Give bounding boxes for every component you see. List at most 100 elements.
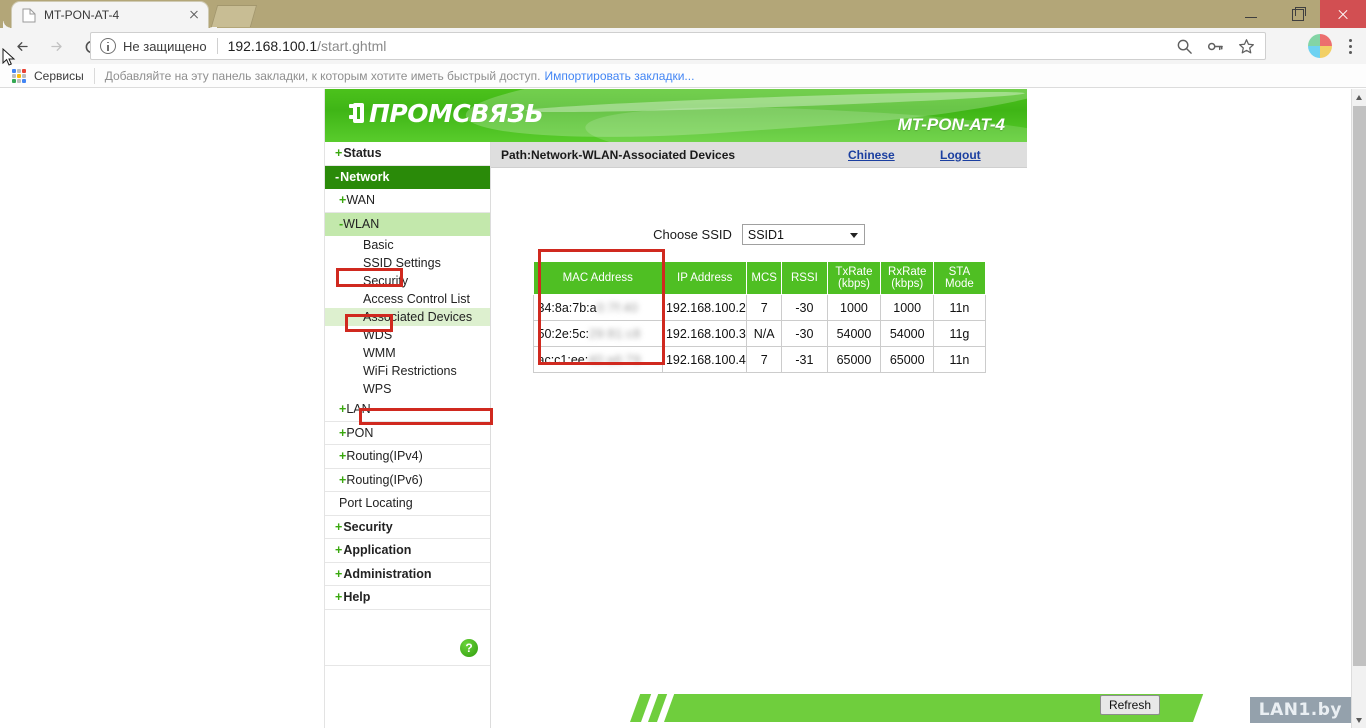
chinese-language-link[interactable]: Chinese	[848, 148, 895, 162]
bookmark-services[interactable]: Сервисы	[34, 69, 84, 83]
sidebar-item-security[interactable]: Security	[325, 272, 490, 290]
breadcrumb: Path:Network-WLAN-Associated Devices	[501, 147, 736, 162]
sidebar-item-wmm[interactable]: WMM	[325, 344, 490, 362]
address-bar[interactable]: Не защищено 192.168.100.1/start.ghtml	[90, 32, 1266, 60]
cell-rxrate: 54000	[880, 320, 935, 347]
cell-txrate: 54000	[826, 320, 882, 347]
cell-txrate: 1000	[826, 294, 882, 321]
sidebar-item-network[interactable]: -Network	[325, 165, 490, 189]
arrow-forward-icon[interactable]	[40, 29, 74, 63]
sidebar-item-administration[interactable]: +Administration	[325, 563, 490, 586]
help-button[interactable]: ?	[460, 638, 478, 657]
sidebar-item-label: Routing(IPv4)	[346, 449, 423, 463]
expand-icon: +	[335, 146, 343, 160]
table-row: 34:8a:7b:a0:7f:40 192.168.100.2 7 -30 1000 10…	[532, 294, 986, 321]
toolbar-right	[1308, 32, 1362, 60]
cell-sta-mode: 11g	[933, 320, 986, 347]
mac-redacted-part: 40:a6:79	[588, 352, 641, 367]
close-icon[interactable]	[186, 7, 202, 23]
cell-mcs: 7	[746, 294, 782, 321]
sidebar-item-label: LAN	[346, 402, 371, 416]
path-bar: Path:Network-WLAN-Associated Devices Chi…	[491, 142, 1027, 168]
sidebar-item-label: Basic	[363, 238, 394, 252]
tab-title: MT-PON-AT-4	[44, 8, 120, 22]
arrow-back-icon[interactable]	[6, 29, 40, 63]
vertical-scrollbar[interactable]	[1351, 89, 1366, 728]
sidebar-item-port-locating[interactable]: Port Locating	[325, 492, 490, 516]
sidebar-item-status[interactable]: +Status	[325, 142, 490, 166]
sidebar-item-access-control-list[interactable]: Access Control List	[325, 290, 490, 308]
browser-window: MT-PON-AT-4 Не защищено 192.168.100.1/st…	[0, 0, 1366, 728]
content-pane: Path:Network-WLAN-Associated Devices Chi…	[491, 142, 1204, 728]
sidebar-item-label: Access Control List	[363, 292, 470, 306]
collapse-icon: -	[335, 169, 340, 184]
table-header-cell: TxRate (kbps)	[826, 261, 882, 295]
cell-mcs: N/A	[746, 320, 782, 347]
sidebar-item-label: Routing(IPv6)	[346, 472, 423, 487]
window-controls	[1228, 0, 1366, 28]
table-header-cell: MAC Address	[532, 261, 663, 295]
page-footer: Refresh	[491, 682, 1204, 728]
sidebar-item-routing-ipv4[interactable]: +Routing(IPv4)	[325, 445, 490, 469]
sidebar-item-label: Administration	[343, 566, 432, 581]
mac-redacted-part: 0:7f:40	[596, 300, 639, 315]
minimize-icon[interactable]	[1228, 0, 1274, 28]
browser-tab[interactable]: MT-PON-AT-4	[12, 2, 217, 28]
cell-mac-address: 50:2e:5c:29:81:c8	[532, 320, 663, 347]
scroll-down-icon[interactable]	[1352, 712, 1366, 728]
refresh-button[interactable]: Refresh	[1099, 695, 1160, 715]
sidebar-item-lan[interactable]: +LAN	[325, 398, 490, 422]
info-circle-icon[interactable]	[100, 38, 116, 54]
brand-logo: ПРОМСВЯЗЬ	[349, 100, 544, 126]
mac-visible-part: 34:8a:7b:a	[537, 300, 597, 315]
table-header-cell: IP Address	[661, 261, 748, 295]
sidebar-item-associated-devices[interactable]: Associated Devices	[325, 308, 490, 326]
sidebar-item-label: SSID Settings	[363, 256, 441, 270]
sidebar-item-help[interactable]: +Help	[325, 586, 490, 610]
sidebar-item-wan[interactable]: +WAN	[325, 189, 490, 213]
scroll-up-icon[interactable]	[1352, 89, 1366, 105]
title-bar: MT-PON-AT-4	[0, 0, 1366, 28]
sidebar-item-wds[interactable]: WDS	[325, 326, 490, 344]
scrollbar-thumb[interactable]	[1353, 106, 1366, 666]
cell-mac-address: 34:8a:7b:a0:7f:40	[532, 294, 663, 321]
mac-redacted-part: 29:81:c8	[588, 326, 641, 341]
table-header-cell: RSSI	[780, 261, 828, 295]
page-icon	[22, 8, 36, 23]
url-host: 192.168.100.1	[227, 38, 318, 54]
chevron-down-icon	[849, 233, 858, 238]
sidebar-item-label: WDS	[363, 328, 393, 342]
router-body: +Status -Network +WAN -WLAN Basic SSID Settin…	[325, 142, 1204, 728]
kebab-menu-icon[interactable]	[1338, 32, 1362, 60]
window-close-icon[interactable]	[1320, 0, 1366, 28]
plug-logo-icon	[349, 100, 367, 126]
sidebar-item-wlan[interactable]: -WLAN	[325, 212, 490, 236]
search-icon[interactable]	[1176, 38, 1193, 55]
logout-link[interactable]: Logout	[940, 148, 981, 162]
sidebar-item-pon[interactable]: +PON	[325, 422, 490, 445]
sidebar-item-wps[interactable]: WPS	[325, 380, 490, 398]
cell-txrate: 65000	[826, 346, 882, 373]
sidebar-item-wifi-restrictions[interactable]: WiFi Restrictions	[325, 362, 490, 380]
sidebar-item-ssid-settings[interactable]: SSID Settings	[325, 254, 490, 272]
mac-visible-part: ac:c1:ee:	[537, 352, 589, 367]
new-tab-icon[interactable]	[210, 5, 258, 27]
apps-grid-icon[interactable]	[12, 68, 26, 83]
cell-ip-address: 192.168.100.2	[661, 294, 748, 321]
ssid-select[interactable]: SSID1	[741, 224, 865, 245]
profile-avatar-icon[interactable]	[1308, 34, 1332, 58]
sidebar-item-security[interactable]: +Security	[325, 516, 490, 539]
omnibox-icons	[1176, 38, 1259, 55]
expand-icon: +	[335, 590, 343, 604]
key-icon[interactable]	[1207, 38, 1224, 55]
import-bookmarks-link[interactable]: Импортировать закладки...	[545, 69, 695, 83]
page-viewport: ПРОМСВЯЗЬ MT-PON-AT-4 +Status -Network +WA…	[0, 89, 1351, 728]
sidebar-item-application[interactable]: +Application	[325, 539, 490, 563]
table-row: ac:c1:ee:40:a6:79 192.168.100.4 7 -31 65000 6…	[532, 346, 986, 373]
sidebar-item-routing-ipv6[interactable]: +Routing(IPv6)	[325, 469, 490, 492]
url-text[interactable]: 192.168.100.1/start.ghtml	[228, 38, 1176, 54]
maximize-icon[interactable]	[1274, 0, 1320, 28]
star-icon[interactable]	[1238, 38, 1255, 55]
table-row: 50:2e:5c:29:81:c8 192.168.100.3 N/A -30 5400…	[532, 320, 986, 347]
sidebar-item-basic[interactable]: Basic	[325, 236, 490, 254]
